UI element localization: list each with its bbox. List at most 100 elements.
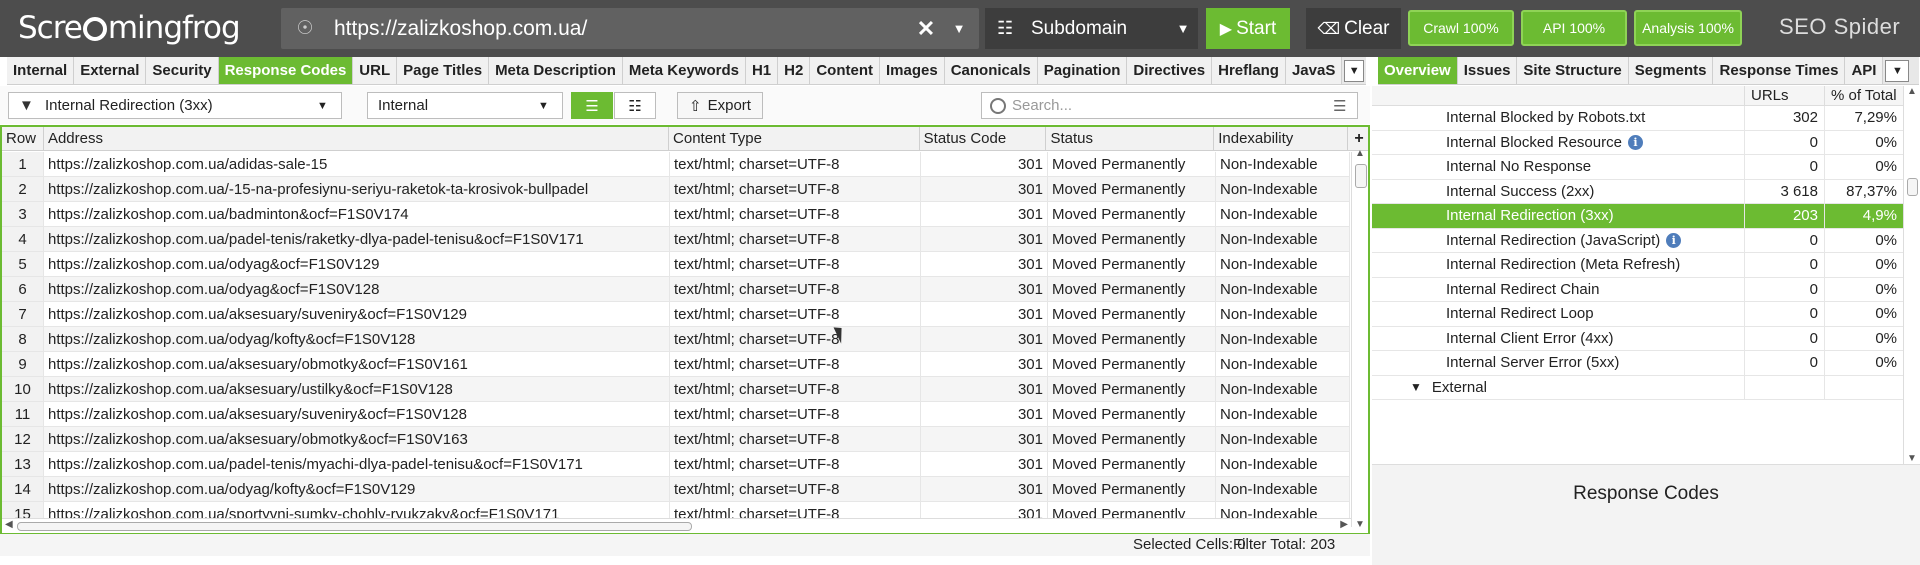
search-input[interactable]: Search... ☰: [981, 92, 1358, 119]
table-row[interactable]: 7 https://zalizkoshop.com.ua/aksesuary/su…: [2, 302, 1350, 327]
status-cell[interactable]: Moved Permanently: [1048, 277, 1216, 301]
content-type-cell[interactable]: text/html; charset=UTF-8: [670, 302, 921, 326]
status-cell[interactable]: Moved Permanently: [1048, 452, 1216, 476]
table-row[interactable]: 5 https://zalizkoshop.com.ua/odyag&ocf=F1…: [2, 252, 1350, 277]
crawl-progress-pill[interactable]: Crawl 100%: [1408, 10, 1514, 46]
status-code-cell[interactable]: 301: [921, 477, 1048, 501]
col-header-status-code[interactable]: Status Code: [920, 127, 1047, 150]
more-tabs-chevron-down-icon[interactable]: ▼: [1885, 60, 1910, 82]
content-type-cell[interactable]: text/html; charset=UTF-8: [670, 177, 921, 201]
col-header-pct[interactable]: % of Total: [1824, 86, 1903, 105]
tab-overview[interactable]: Overview: [1378, 57, 1458, 84]
indexability-cell[interactable]: Non-Indexable: [1216, 152, 1350, 176]
status-cell[interactable]: Moved Permanently: [1048, 377, 1216, 401]
indexability-cell[interactable]: Non-Indexable: [1216, 302, 1350, 326]
status-code-cell[interactable]: 301: [921, 227, 1048, 251]
api-progress-pill[interactable]: API 100%: [1521, 10, 1627, 46]
tab-security[interactable]: Security: [146, 57, 219, 84]
scroll-thumb[interactable]: [17, 522, 692, 531]
status-code-cell[interactable]: 301: [921, 427, 1048, 451]
info-icon[interactable]: i: [1627, 134, 1643, 150]
grid-horizontal-scrollbar[interactable]: ◀ ▶: [2, 518, 1351, 533]
address-cell[interactable]: https://zalizkoshop.com.ua/aksesuary/obm…: [44, 427, 670, 451]
address-cell[interactable]: https://zalizkoshop.com.ua/aksesuary/ust…: [44, 377, 670, 401]
row-number[interactable]: 5: [2, 252, 44, 276]
overview-item[interactable]: Internal Client Error (4xx) 0 0%: [1372, 326, 1903, 351]
scroll-thumb[interactable]: [1907, 178, 1918, 196]
row-number[interactable]: 10: [2, 377, 44, 401]
content-type-cell[interactable]: text/html; charset=UTF-8: [670, 152, 921, 176]
col-header-status[interactable]: Status: [1046, 127, 1215, 150]
table-row[interactable]: 4 https://zalizkoshop.com.ua/padel-tenis/…: [2, 227, 1350, 252]
scroll-down-icon[interactable]: ▼: [1907, 453, 1917, 464]
row-number[interactable]: 8: [2, 327, 44, 351]
tab-url[interactable]: URL: [353, 57, 398, 84]
overview-group-external[interactable]: ▼ External: [1372, 375, 1903, 400]
scroll-right-icon[interactable]: ▶: [1340, 519, 1348, 530]
content-type-cell[interactable]: text/html; charset=UTF-8: [670, 352, 921, 376]
row-number[interactable]: 14: [2, 477, 44, 501]
col-header-address[interactable]: Address: [44, 127, 670, 150]
status-code-cell[interactable]: 301: [921, 252, 1048, 276]
tab-page-titles[interactable]: Page Titles: [397, 57, 490, 84]
status-cell[interactable]: Moved Permanently: [1048, 177, 1216, 201]
content-type-cell[interactable]: text/html; charset=UTF-8: [670, 402, 921, 426]
tab-content[interactable]: Content: [810, 57, 880, 84]
row-number[interactable]: 2: [2, 177, 44, 201]
status-cell[interactable]: Moved Permanently: [1048, 427, 1216, 451]
url-history-chevron-down-icon[interactable]: ▼: [939, 21, 979, 36]
indexability-cell[interactable]: Non-Indexable: [1216, 477, 1350, 501]
info-icon[interactable]: i: [1666, 232, 1682, 248]
address-cell[interactable]: https://zalizkoshop.com.ua/odyag/kofty&o…: [44, 327, 670, 351]
status-code-cell[interactable]: 301: [921, 202, 1048, 226]
table-row[interactable]: 11 https://zalizkoshop.com.ua/aksesuary/s…: [2, 402, 1350, 427]
indexability-cell[interactable]: Non-Indexable: [1216, 452, 1350, 476]
status-cell[interactable]: Moved Permanently: [1048, 152, 1216, 176]
row-number[interactable]: 12: [2, 427, 44, 451]
grid-vertical-scrollbar[interactable]: ▲ ▼: [1351, 148, 1368, 530]
tab-pagination[interactable]: Pagination: [1037, 57, 1128, 84]
status-code-cell[interactable]: 301: [921, 452, 1048, 476]
content-type-cell[interactable]: text/html; charset=UTF-8: [670, 427, 921, 451]
status-code-cell[interactable]: 301: [921, 277, 1048, 301]
row-number[interactable]: 6: [2, 277, 44, 301]
tab-meta-description[interactable]: Meta Description: [489, 57, 623, 84]
address-cell[interactable]: https://zalizkoshop.com.ua/-15-na-profes…: [44, 177, 670, 201]
url-input-box[interactable]: ☉ https://zalizkoshop.com.ua/ ✕ ▼: [281, 8, 979, 49]
overview-item[interactable]: Internal Redirect Loop 0 0%: [1372, 302, 1903, 327]
tab-canonicals[interactable]: Canonicals: [944, 57, 1038, 84]
analysis-progress-pill[interactable]: Analysis 100%: [1634, 10, 1742, 46]
row-number[interactable]: 4: [2, 227, 44, 251]
address-cell[interactable]: https://zalizkoshop.com.ua/odyag&ocf=F1S…: [44, 252, 670, 276]
overview-item[interactable]: Internal Server Error (5xx) 0 0%: [1372, 351, 1903, 376]
status-cell[interactable]: Moved Permanently: [1048, 477, 1216, 501]
row-number[interactable]: 13: [2, 452, 44, 476]
tab-images[interactable]: Images: [880, 57, 945, 84]
scroll-left-icon[interactable]: ◀: [5, 519, 13, 530]
col-header-indexability[interactable]: Indexability: [1214, 127, 1349, 150]
indexability-cell[interactable]: Non-Indexable: [1216, 352, 1350, 376]
status-cell[interactable]: Moved Permanently: [1048, 202, 1216, 226]
table-row[interactable]: 12 https://zalizkoshop.com.ua/aksesuary/o…: [2, 427, 1350, 452]
content-type-cell[interactable]: text/html; charset=UTF-8: [670, 227, 921, 251]
col-header-row[interactable]: Row: [2, 127, 44, 150]
row-number[interactable]: 11: [2, 402, 44, 426]
tab-response-codes[interactable]: Response Codes: [218, 57, 354, 84]
status-cell[interactable]: Moved Permanently: [1048, 227, 1216, 251]
indexability-cell[interactable]: Non-Indexable: [1216, 427, 1350, 451]
indexability-cell[interactable]: Non-Indexable: [1216, 227, 1350, 251]
address-cell[interactable]: https://zalizkoshop.com.ua/badminton&ocf…: [44, 202, 670, 226]
overview-scrollbar[interactable]: ▲ ▼: [1903, 86, 1920, 464]
export-button[interactable]: ⇧ Export: [677, 92, 763, 119]
address-cell[interactable]: https://zalizkoshop.com.ua/odyag&ocf=F1S…: [44, 277, 670, 301]
address-cell[interactable]: https://zalizkoshop.com.ua/adidas-sale-1…: [44, 152, 670, 176]
content-type-cell[interactable]: text/html; charset=UTF-8: [670, 452, 921, 476]
status-code-cell[interactable]: 301: [921, 302, 1048, 326]
indexability-cell[interactable]: Non-Indexable: [1216, 252, 1350, 276]
tab-external[interactable]: External: [74, 57, 147, 84]
overview-item[interactable]: Internal Redirection (JavaScript) i 0 0%: [1372, 228, 1903, 253]
url-input[interactable]: https://zalizkoshop.com.ua/: [334, 17, 913, 41]
clear-url-icon[interactable]: ✕: [913, 16, 939, 42]
tab-issues[interactable]: Issues: [1457, 57, 1518, 84]
tab-directives[interactable]: Directives: [1127, 57, 1213, 84]
